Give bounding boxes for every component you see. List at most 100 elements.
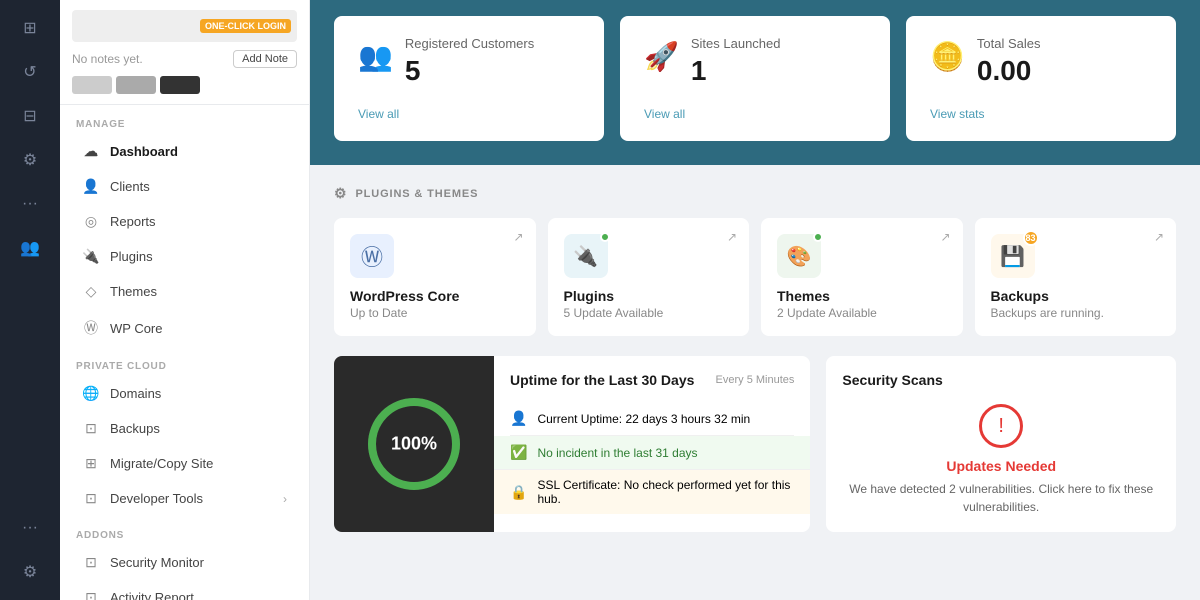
themes-status-dot xyxy=(813,232,823,242)
uptime-row-current: 👤 Current Uptime: 22 days 3 hours 32 min xyxy=(510,402,794,436)
icon-bar-settings[interactable]: ⚙ xyxy=(12,142,48,178)
plugin-card-plugins[interactable]: ↗ 🔌 Plugins 5 Update Available xyxy=(548,218,750,336)
reports-icon: ◎ xyxy=(82,213,100,230)
main-content: 👥 Registered Customers 5 View all 🚀 Site… xyxy=(310,0,1200,600)
icon-bar-table[interactable]: ⊟ xyxy=(12,98,48,134)
section-addons-label: ADDONS xyxy=(60,516,309,545)
nav-reports[interactable]: ◎ Reports xyxy=(66,205,303,238)
color-swatches xyxy=(72,76,297,94)
bottom-row: 100% Uptime for the Last 30 Days Every 5… xyxy=(310,356,1200,552)
migrate-icon: ⊞ xyxy=(82,455,100,472)
security-monitor-icon: ⊡ xyxy=(82,554,100,571)
dashboard-icon: ☁ xyxy=(82,143,100,160)
plugins-themes-section: ⚙ PLUGINS & THEMES ↗ Ⓦ WordPress Core Up… xyxy=(310,165,1200,356)
icon-bar-users[interactable]: 👥 xyxy=(12,230,48,266)
security-card[interactable]: Security Scans ! Updates Needed We have … xyxy=(826,356,1176,532)
nav-activity-report[interactable]: ⊡ Activity Report xyxy=(66,581,303,600)
plugins-icon: 🔌 xyxy=(82,248,100,265)
customers-label: Registered Customers xyxy=(405,36,580,51)
nav-security-monitor[interactable]: ⊡ Security Monitor xyxy=(66,546,303,579)
nav-clients[interactable]: 👤 Clients xyxy=(66,170,303,203)
uptime-check-icon: ✅ xyxy=(510,444,527,461)
uptime-title: Uptime for the Last 30 Days xyxy=(510,372,694,388)
nav-dashboard[interactable]: ☁ Dashboard xyxy=(66,135,303,168)
swatch-dark xyxy=(160,76,200,94)
plugin-card-wpcore[interactable]: ↗ Ⓦ WordPress Core Up to Date xyxy=(334,218,536,336)
one-click-badge[interactable]: ONE-CLICK LOGIN xyxy=(200,19,291,33)
uptime-circle-area: 100% xyxy=(334,356,494,532)
site-preview: ONE-CLICK LOGIN xyxy=(72,10,297,42)
no-notes-text: No notes yet. xyxy=(72,52,143,66)
security-updates-label: Updates Needed xyxy=(842,458,1160,474)
plugin-card-backups[interactable]: ↗ 💾 83 Backups Backups are running. xyxy=(975,218,1177,336)
security-desc: We have detected 2 vulnerabilities. Clic… xyxy=(842,480,1160,516)
add-note-button[interactable]: Add Note xyxy=(233,50,297,68)
arrow-icon-wpcore: ↗ xyxy=(513,230,523,244)
sidebar: ONE-CLICK LOGIN No notes yet. Add Note M… xyxy=(60,0,310,600)
wpcore-card-icon: Ⓦ xyxy=(350,234,394,278)
uptime-percent: 100% xyxy=(391,434,437,455)
nav-migrate[interactable]: ⊞ Migrate/Copy Site xyxy=(66,447,303,480)
sales-icon: 🪙 xyxy=(930,40,965,73)
sites-view-all[interactable]: View all xyxy=(644,107,866,121)
sites-value: 1 xyxy=(691,55,866,87)
nav-wpcore[interactable]: Ⓦ WP Core xyxy=(66,310,303,346)
plugins-card-sub: 5 Update Available xyxy=(564,306,734,320)
swatch-light xyxy=(72,76,112,94)
icon-bar-grid[interactable]: ⊞ xyxy=(12,10,48,46)
clients-icon: 👤 xyxy=(82,178,100,195)
nav-backups[interactable]: ⊡ Backups xyxy=(66,412,303,445)
sales-view-stats[interactable]: View stats xyxy=(930,107,1152,121)
section-manage-label: MANAGE xyxy=(60,105,309,134)
sales-label: Total Sales xyxy=(977,36,1152,51)
nav-domains[interactable]: 🌐 Domains xyxy=(66,377,303,410)
icon-bar-more1[interactable]: ··· xyxy=(12,186,48,222)
nav-developer[interactable]: ⊡ Developer Tools › xyxy=(66,482,303,515)
backups-card-icon: 💾 83 xyxy=(991,234,1035,278)
plugins-themes-header: ⚙ PLUGINS & THEMES xyxy=(334,185,1176,202)
stat-card-sales: 🪙 Total Sales 0.00 View stats xyxy=(906,16,1176,141)
sales-value: 0.00 xyxy=(977,55,1152,87)
wpcore-icon: Ⓦ xyxy=(82,318,100,338)
security-title: Security Scans xyxy=(842,372,1160,388)
wpcore-card-name: WordPress Core xyxy=(350,288,520,304)
backups-card-name: Backups xyxy=(991,288,1161,304)
arrow-icon-plugins: ↗ xyxy=(727,230,737,244)
themes-card-sub: 2 Update Available xyxy=(777,306,947,320)
activity-report-icon: ⊡ xyxy=(82,589,100,600)
icon-bar: ⊞ ↺ ⊟ ⚙ ··· 👥 ··· ⚙ xyxy=(0,0,60,600)
icon-bar-more2[interactable]: ··· xyxy=(12,510,48,546)
plugin-cards-list: ↗ Ⓦ WordPress Core Up to Date ↗ 🔌 Plugin… xyxy=(334,218,1176,336)
stat-card-customers: 👥 Registered Customers 5 View all xyxy=(334,16,604,141)
wpcore-card-sub: Up to Date xyxy=(350,306,520,320)
customers-view-all[interactable]: View all xyxy=(358,107,580,121)
backups-card-sub: Backups are running. xyxy=(991,306,1161,320)
sites-label: Sites Launched xyxy=(691,36,866,51)
section-private-cloud-label: PRIVATE CLOUD xyxy=(60,347,309,376)
developer-icon: ⊡ xyxy=(82,490,100,507)
arrow-icon-backups: ↗ xyxy=(1154,230,1164,244)
settings-gear-icon: ⚙ xyxy=(334,185,347,202)
sidebar-top: ONE-CLICK LOGIN No notes yet. Add Note xyxy=(60,0,309,105)
uptime-user-icon: 👤 xyxy=(510,410,527,427)
uptime-circle: 100% xyxy=(364,394,464,494)
stat-card-sites: 🚀 Sites Launched 1 View all xyxy=(620,16,890,141)
swatch-mid xyxy=(116,76,156,94)
stats-header: 👥 Registered Customers 5 View all 🚀 Site… xyxy=(310,0,1200,165)
themes-card-icon: 🎨 xyxy=(777,234,821,278)
icon-bar-settings2[interactable]: ⚙ xyxy=(12,554,48,590)
uptime-freq: Every 5 Minutes xyxy=(716,374,795,386)
uptime-card: 100% Uptime for the Last 30 Days Every 5… xyxy=(334,356,810,532)
icon-bar-refresh[interactable]: ↺ xyxy=(12,54,48,90)
plugin-card-themes[interactable]: ↗ 🎨 Themes 2 Update Available xyxy=(761,218,963,336)
nav-plugins[interactable]: 🔌 Plugins xyxy=(66,240,303,273)
themes-card-name: Themes xyxy=(777,288,947,304)
uptime-details: Uptime for the Last 30 Days Every 5 Minu… xyxy=(494,356,810,532)
domains-icon: 🌐 xyxy=(82,385,100,402)
nav-themes[interactable]: ◇ Themes xyxy=(66,275,303,308)
themes-icon: ◇ xyxy=(82,283,100,300)
customers-value: 5 xyxy=(405,55,580,87)
plugins-status-dot xyxy=(600,232,610,242)
plugins-card-name: Plugins xyxy=(564,288,734,304)
customers-icon: 👥 xyxy=(358,40,393,73)
